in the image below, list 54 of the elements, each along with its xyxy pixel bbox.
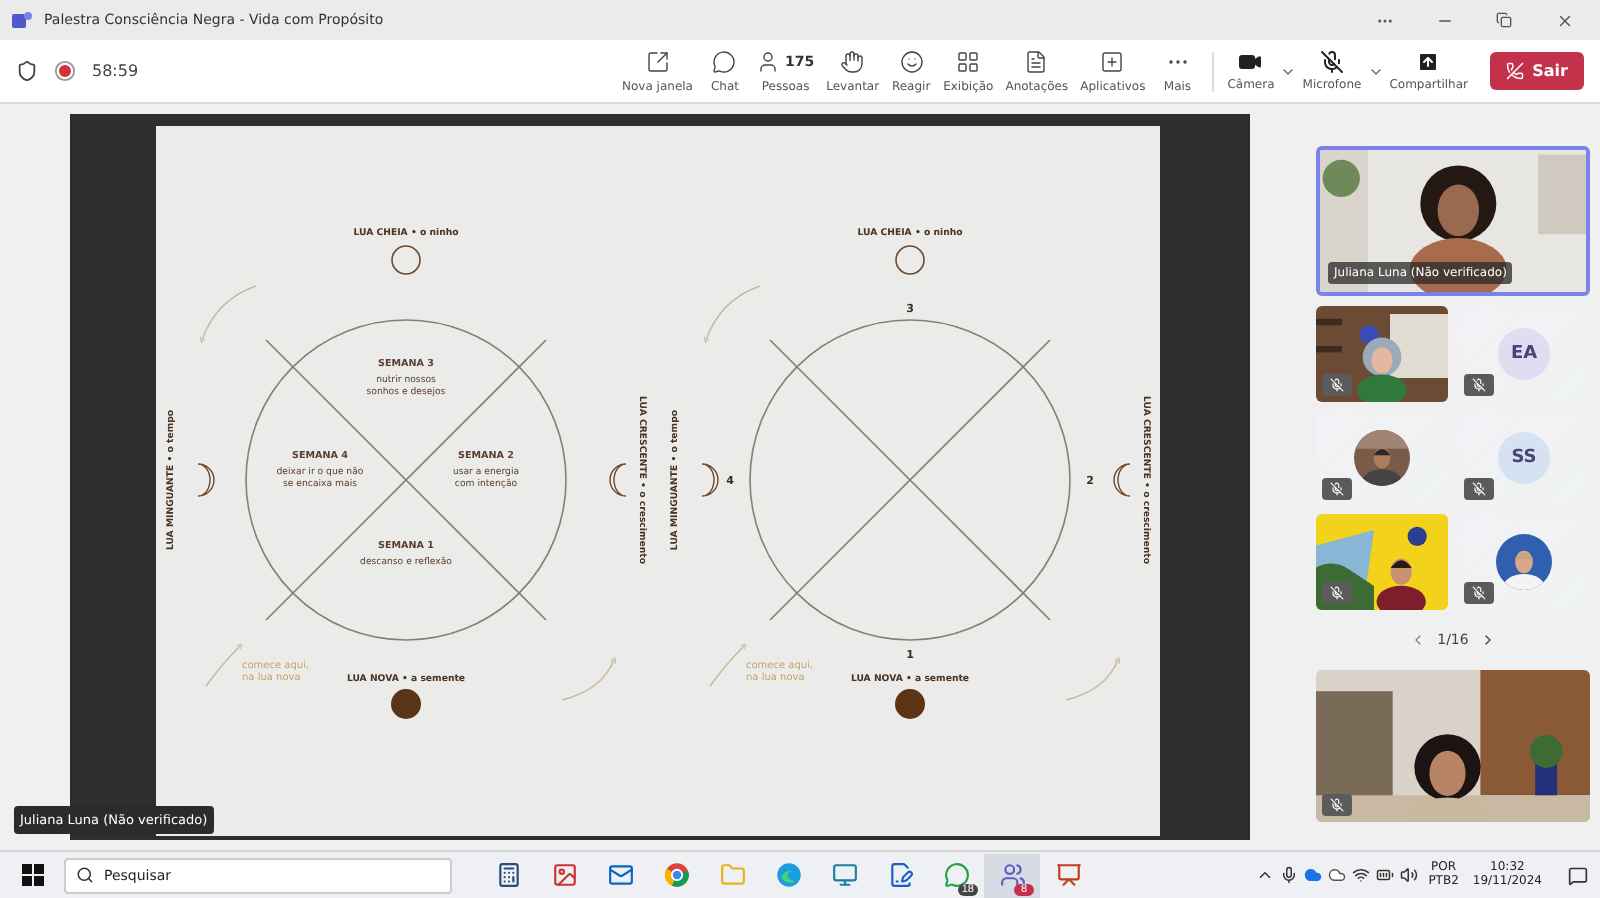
leave-button[interactable]: Sair — [1490, 52, 1584, 90]
crescent-moon-icon — [197, 463, 215, 497]
person-icon — [756, 50, 781, 74]
calculator-icon — [495, 862, 521, 888]
mail-icon — [607, 862, 633, 888]
chat-bubble-icon — [943, 862, 969, 888]
chat-icon — [712, 50, 737, 74]
people-icon — [999, 862, 1025, 888]
crescent-moon-icon — [609, 463, 627, 497]
picture-icon — [551, 862, 577, 888]
close-icon — [1555, 11, 1573, 29]
shield-icon — [16, 60, 38, 82]
grid-icon — [956, 50, 981, 74]
curved-arrow — [561, 656, 616, 701]
new-window-icon — [645, 50, 670, 74]
microphone-off-icon — [1319, 50, 1344, 74]
curved-arrow — [205, 643, 243, 687]
curved-arrow — [199, 285, 257, 344]
participant-initials: EA — [1498, 328, 1550, 380]
slideshow-icon — [1055, 862, 1081, 888]
meeting-timer: 58:59 — [92, 62, 139, 80]
volume-icon[interactable] — [1400, 866, 1419, 884]
app-logo-icon — [12, 10, 32, 30]
curved-arrow — [703, 285, 761, 344]
smiley-icon — [899, 50, 924, 74]
add-icon — [1100, 50, 1125, 74]
camera-icon — [1238, 50, 1263, 74]
notifications-icon[interactable] — [1568, 865, 1588, 885]
restore-icon — [1496, 12, 1512, 28]
participant-initials: SS — [1498, 432, 1550, 484]
chevron-up-icon[interactable] — [1256, 866, 1275, 884]
hang-up-icon — [1506, 62, 1525, 80]
wifi-icon[interactable] — [1352, 866, 1371, 884]
windows-logo-icon — [21, 864, 43, 886]
crescent-moon-icon — [701, 463, 719, 497]
hand-icon — [840, 50, 865, 74]
browser-icon — [663, 862, 689, 888]
notes-icon — [1024, 50, 1049, 74]
curved-arrow — [1065, 656, 1120, 701]
participant-tile[interactable] — [1316, 514, 1448, 610]
full-moon-icon — [391, 245, 421, 275]
share-icon — [1416, 50, 1441, 74]
edge-icon — [775, 862, 801, 888]
curved-arrow — [709, 643, 747, 687]
new-moon-icon — [391, 689, 421, 719]
new-moon-icon — [895, 689, 925, 719]
document-icon — [887, 862, 913, 888]
microphone-icon[interactable] — [1280, 866, 1299, 884]
participant-tile[interactable] — [1316, 306, 1448, 402]
battery-icon[interactable] — [1376, 866, 1395, 884]
monitor-icon — [831, 862, 857, 888]
crescent-moon-icon — [1113, 463, 1131, 497]
folder-icon — [719, 862, 745, 888]
full-moon-icon — [895, 245, 925, 275]
